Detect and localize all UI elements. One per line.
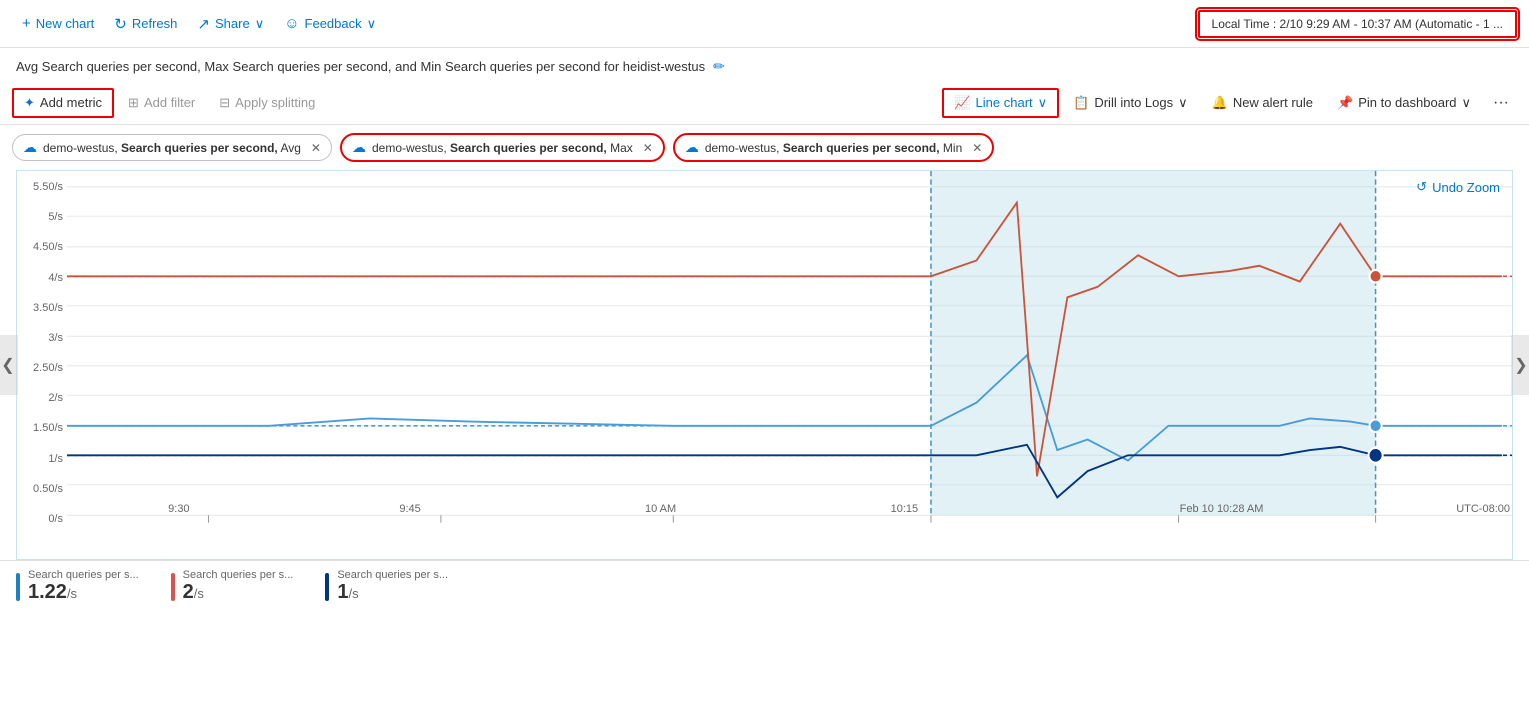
metric-tag-label: demo-westus, Search queries per second, … bbox=[43, 141, 301, 155]
legend-swatch-min bbox=[325, 573, 329, 601]
legend-value-avg: 1.22/s bbox=[28, 581, 139, 604]
remove-metric-max-button[interactable]: ✕ bbox=[643, 141, 653, 155]
more-options-button[interactable]: ··· bbox=[1485, 89, 1517, 117]
time-range-selector[interactable]: Local Time : 2/10 9:29 AM - 10:37 AM (Au… bbox=[1198, 10, 1517, 38]
chart-nav-right[interactable]: ❯ bbox=[1511, 335, 1529, 395]
legend-swatch-avg bbox=[16, 573, 20, 601]
undo-zoom-button[interactable]: ↺ Undo Zoom bbox=[1416, 179, 1500, 195]
line-chart-icon: 📈 bbox=[954, 95, 970, 111]
legend-area: Search queries per s... 1.22/s Search qu… bbox=[0, 560, 1529, 612]
x-label-930: 9:30 bbox=[168, 503, 189, 515]
split-icon: ⊟ bbox=[219, 95, 230, 111]
share-icon: ↗ bbox=[197, 15, 210, 33]
share-button[interactable]: ↗ Share ∨ bbox=[187, 9, 274, 39]
edit-title-icon[interactable]: ✏ bbox=[713, 58, 725, 75]
logs-icon: 📋 bbox=[1073, 95, 1089, 111]
legend-label-max: Search queries per s... bbox=[183, 569, 294, 581]
refresh-button[interactable]: ↻ Refresh bbox=[104, 9, 187, 39]
chart-title: Avg Search queries per second, Max Searc… bbox=[16, 59, 705, 74]
new-chart-button[interactable]: + New chart bbox=[12, 9, 104, 38]
metrics-toolbar: ✦ Add metric ⊞ Add filter ⊟ Apply splitt… bbox=[0, 81, 1529, 125]
remove-metric-min-button[interactable]: ✕ bbox=[972, 141, 982, 155]
x-label-10am: 10 AM bbox=[645, 503, 676, 515]
chevron-down-icon: ∨ bbox=[1462, 95, 1472, 111]
cloud-icon: ☁ bbox=[23, 139, 37, 156]
chart-title-row: Avg Search queries per second, Max Searc… bbox=[0, 48, 1529, 81]
top-toolbar: + New chart ↻ Refresh ↗ Share ∨ ☺ Feedba… bbox=[0, 0, 1529, 48]
filter-icon: ⊞ bbox=[128, 95, 139, 111]
new-alert-rule-button[interactable]: 🔔 New alert rule bbox=[1202, 90, 1323, 116]
plus-icon: + bbox=[22, 15, 31, 32]
chart-area: 5.50/s 5/s 4.50/s 4/s 3.50/s 3/s 2.50/s … bbox=[16, 170, 1513, 560]
alert-icon: 🔔 bbox=[1212, 95, 1228, 111]
legend-value-max: 2/s bbox=[183, 581, 294, 604]
undo-icon: ↺ bbox=[1416, 179, 1427, 195]
remove-metric-avg-button[interactable]: ✕ bbox=[311, 141, 321, 155]
chevron-down-icon: ∨ bbox=[255, 16, 265, 32]
pin-to-dashboard-button[interactable]: 📌 Pin to dashboard ∨ bbox=[1327, 90, 1481, 116]
cloud-icon: ☁ bbox=[352, 139, 366, 156]
y-axis: 5.50/s 5/s 4.50/s 4/s 3.50/s 3/s 2.50/s … bbox=[17, 171, 67, 529]
x-label-1028: Feb 10 10:28 AM bbox=[1180, 503, 1264, 515]
chart-plot: 9:30 9:45 10 AM 10:15 Feb 10 10:28 AM UT… bbox=[67, 171, 1512, 529]
metric-tag-min: ☁ demo-westus, Search queries per second… bbox=[673, 133, 995, 162]
chart-svg bbox=[67, 171, 1512, 529]
chart-nav-left[interactable]: ❮ bbox=[0, 335, 18, 395]
apply-splitting-button[interactable]: ⊟ Apply splitting bbox=[209, 90, 325, 116]
pin-icon: 📌 bbox=[1337, 95, 1353, 111]
legend-label-min: Search queries per s... bbox=[337, 569, 448, 581]
feedback-button[interactable]: ☺ Feedback ∨ bbox=[274, 9, 386, 38]
drill-into-logs-button[interactable]: 📋 Drill into Logs ∨ bbox=[1063, 90, 1197, 116]
legend-item-avg: Search queries per s... 1.22/s bbox=[16, 569, 139, 604]
x-label-utc: UTC-08:00 bbox=[1456, 503, 1510, 515]
x-label-945: 9:45 bbox=[399, 503, 420, 515]
add-filter-button[interactable]: ⊞ Add filter bbox=[118, 90, 205, 116]
metric-tag-max: ☁ demo-westus, Search queries per second… bbox=[340, 133, 665, 162]
zoom-region bbox=[931, 171, 1376, 515]
chart-type-button[interactable]: 📈 Line chart ∨ bbox=[942, 88, 1059, 118]
chevron-down-icon: ∨ bbox=[1178, 95, 1188, 111]
refresh-icon: ↻ bbox=[114, 15, 127, 33]
metric-tag-avg: ☁ demo-westus, Search queries per second… bbox=[12, 134, 332, 161]
chevron-down-icon: ∨ bbox=[1038, 95, 1048, 111]
cloud-icon: ☁ bbox=[685, 139, 699, 156]
legend-item-max: Search queries per s... 2/s bbox=[171, 569, 294, 604]
legend-label-avg: Search queries per s... bbox=[28, 569, 139, 581]
x-label-1015: 10:15 bbox=[891, 503, 919, 515]
add-metric-icon: ✦ bbox=[24, 95, 35, 111]
legend-item-min: Search queries per s... 1/s bbox=[325, 569, 448, 604]
legend-value-min: 1/s bbox=[337, 581, 448, 604]
legend-swatch-max bbox=[171, 573, 175, 601]
chevron-down-icon: ∨ bbox=[367, 16, 377, 32]
smiley-icon: ☺ bbox=[284, 15, 299, 32]
add-metric-button[interactable]: ✦ Add metric bbox=[12, 88, 114, 118]
metric-tags-row: ☁ demo-westus, Search queries per second… bbox=[0, 125, 1529, 170]
metric-tag-label: demo-westus, Search queries per second, … bbox=[372, 141, 633, 155]
metric-tag-label: demo-westus, Search queries per second, … bbox=[705, 141, 962, 155]
